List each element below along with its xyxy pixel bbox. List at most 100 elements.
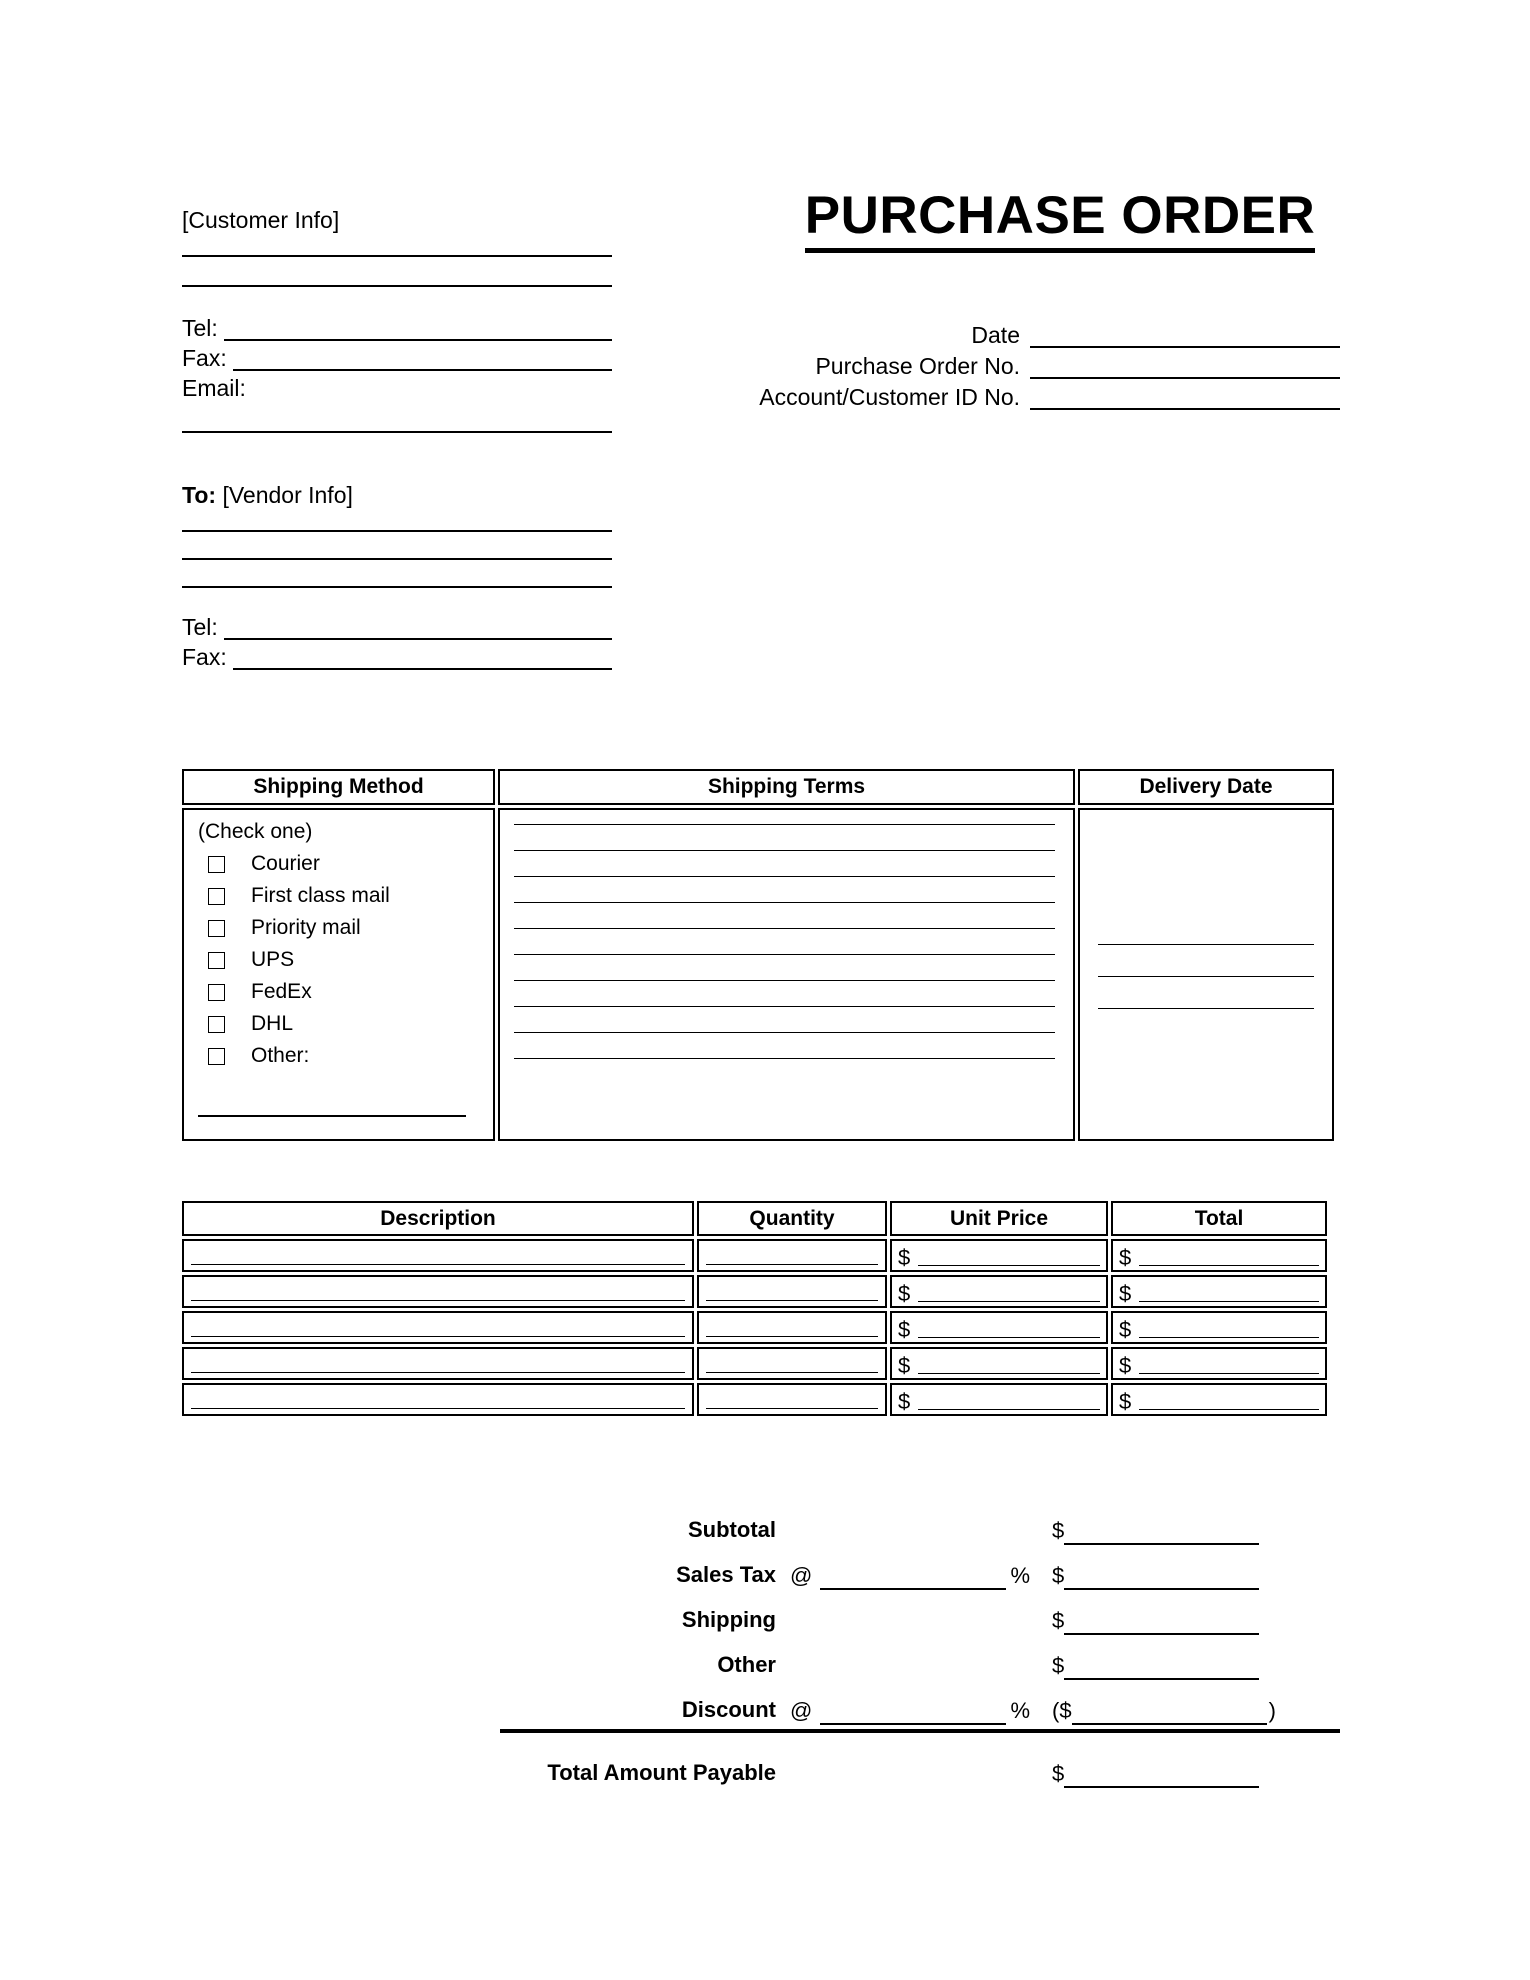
vendor-tel-field[interactable] <box>223 619 612 640</box>
description-cell[interactable] <box>182 1275 694 1308</box>
customer-email-row[interactable]: Email: <box>182 375 612 401</box>
unit-price-cell[interactable]: $ <box>890 1239 1108 1272</box>
vendor-fax-field[interactable] <box>232 649 612 670</box>
table-row[interactable]: $ $ <box>182 1275 1334 1308</box>
sales-tax-rate[interactable]: @ % <box>790 1562 1030 1590</box>
sales-tax-amount-field[interactable] <box>1064 1570 1260 1590</box>
vendor-tel-row[interactable]: Tel: <box>182 614 612 640</box>
shipping-terms-line[interactable] <box>514 980 1055 981</box>
shipping-terms-line[interactable] <box>514 928 1055 929</box>
other-amount-field[interactable] <box>1064 1660 1260 1680</box>
unit-price-cell[interactable]: $ <box>890 1275 1108 1308</box>
date-field[interactable] <box>1030 326 1340 348</box>
shipping-terms-lines <box>514 824 1055 1059</box>
customer-address-line-1[interactable] <box>182 255 612 257</box>
quantity-cell[interactable] <box>697 1347 887 1380</box>
table-row[interactable]: $ $ <box>182 1239 1334 1272</box>
shipping-option-priority-mail[interactable]: Priority mail <box>198 912 493 944</box>
unit-price-cell[interactable]: $ <box>890 1383 1108 1416</box>
sales-tax-rate-field[interactable] <box>820 1570 1007 1590</box>
shipping-option-courier[interactable]: Courier <box>198 848 493 880</box>
quantity-cell[interactable] <box>697 1383 887 1416</box>
shipping-option-fedex[interactable]: FedEx <box>198 976 493 1008</box>
shipping-option-ups[interactable]: UPS <box>198 944 493 976</box>
description-cell[interactable] <box>182 1311 694 1344</box>
customer-tel-field[interactable] <box>223 320 612 341</box>
vendor-address-line-2[interactable] <box>182 558 612 560</box>
shipping-terms-line[interactable] <box>514 1006 1055 1007</box>
meta-row-po-number[interactable]: Purchase Order No. <box>700 353 1340 379</box>
cell-underline <box>1139 1301 1319 1302</box>
shipping-option-other-field[interactable] <box>198 1115 466 1117</box>
shipping-terms-line[interactable] <box>514 1058 1055 1059</box>
checkbox-icon[interactable] <box>208 951 225 969</box>
account-customer-id-field[interactable] <box>1030 388 1340 410</box>
table-row[interactable]: $ $ <box>182 1311 1334 1344</box>
grand-total-amount[interactable]: $ <box>1030 1760 1340 1788</box>
delivery-date-line[interactable] <box>1098 944 1314 945</box>
shipping-option-first-class-mail[interactable]: First class mail <box>198 880 493 912</box>
subtotal-amount-field[interactable] <box>1064 1525 1260 1545</box>
shipping-terms-line[interactable] <box>514 1032 1055 1033</box>
purchase-order-no-field[interactable] <box>1030 357 1340 379</box>
customer-address-line-2[interactable] <box>182 285 612 287</box>
total-cell[interactable]: $ <box>1111 1311 1327 1344</box>
description-cell[interactable] <box>182 1347 694 1380</box>
unit-price-cell[interactable]: $ <box>890 1311 1108 1344</box>
unit-price-cell[interactable]: $ <box>890 1347 1108 1380</box>
discount-rate[interactable]: @ % <box>790 1697 1030 1725</box>
total-cell[interactable]: $ <box>1111 1275 1327 1308</box>
currency-symbol: $ <box>1052 1563 1065 1588</box>
checkbox-icon[interactable] <box>208 1047 225 1065</box>
meta-row-date[interactable]: Date <box>700 322 1340 348</box>
shipping-option-dhl[interactable]: DHL <box>198 1008 493 1040</box>
quantity-cell[interactable] <box>697 1239 887 1272</box>
cell-underline <box>706 1372 878 1373</box>
discount-rate-field[interactable] <box>820 1705 1007 1725</box>
shipping-option-label: Courier <box>251 852 320 875</box>
shipping-terms-line[interactable] <box>514 850 1055 851</box>
vendor-fax-row[interactable]: Fax: <box>182 644 612 670</box>
checkbox-icon[interactable] <box>208 983 225 1001</box>
subtotal-amount[interactable]: $ <box>1030 1517 1340 1545</box>
sales-tax-amount[interactable]: $ <box>1030 1562 1340 1590</box>
customer-fax-row[interactable]: Fax: <box>182 345 612 371</box>
quantity-cell[interactable] <box>697 1311 887 1344</box>
total-cell[interactable]: $ <box>1111 1347 1327 1380</box>
description-cell[interactable] <box>182 1383 694 1416</box>
total-cell[interactable]: $ <box>1111 1239 1327 1272</box>
shipping-terms-line[interactable] <box>514 876 1055 877</box>
shipping-terms-line[interactable] <box>514 902 1055 903</box>
checkbox-icon[interactable] <box>208 919 225 937</box>
delivery-date-line[interactable] <box>1098 976 1314 977</box>
shipping-amount-field[interactable] <box>1064 1615 1260 1635</box>
shipping-amount[interactable]: $ <box>1030 1607 1340 1635</box>
table-row[interactable]: $ $ <box>182 1383 1334 1416</box>
cell-underline <box>1139 1373 1319 1374</box>
customer-fax-field[interactable] <box>232 350 612 371</box>
grand-total-amount-field[interactable] <box>1064 1768 1260 1788</box>
vendor-address-line-3[interactable] <box>182 586 612 588</box>
discount-amount-field[interactable] <box>1071 1705 1267 1725</box>
shipping-terms-line[interactable] <box>514 824 1055 825</box>
description-cell[interactable] <box>182 1239 694 1272</box>
shipping-terms-line[interactable] <box>514 954 1055 955</box>
other-amount[interactable]: $ <box>1030 1652 1340 1680</box>
quantity-cell[interactable] <box>697 1275 887 1308</box>
check-one-hint: (Check one) <box>198 820 313 843</box>
vendor-address-line-1[interactable] <box>182 530 612 532</box>
table-row[interactable]: $ $ <box>182 1347 1334 1380</box>
customer-address-lines <box>182 255 612 287</box>
cell-underline <box>1139 1409 1319 1410</box>
totals-divider-wrap <box>500 1729 1340 1743</box>
discount-amount[interactable]: ($ ) <box>1030 1697 1340 1725</box>
customer-email-field[interactable] <box>182 431 612 433</box>
shipping-option-other[interactable]: Other: <box>198 1040 493 1072</box>
checkbox-icon[interactable] <box>208 887 225 905</box>
total-cell[interactable]: $ <box>1111 1383 1327 1416</box>
customer-tel-row[interactable]: Tel: <box>182 315 612 341</box>
checkbox-icon[interactable] <box>208 1015 225 1033</box>
checkbox-icon[interactable] <box>208 855 225 873</box>
meta-row-account-id[interactable]: Account/Customer ID No. <box>700 384 1340 410</box>
delivery-date-line[interactable] <box>1098 1008 1314 1009</box>
